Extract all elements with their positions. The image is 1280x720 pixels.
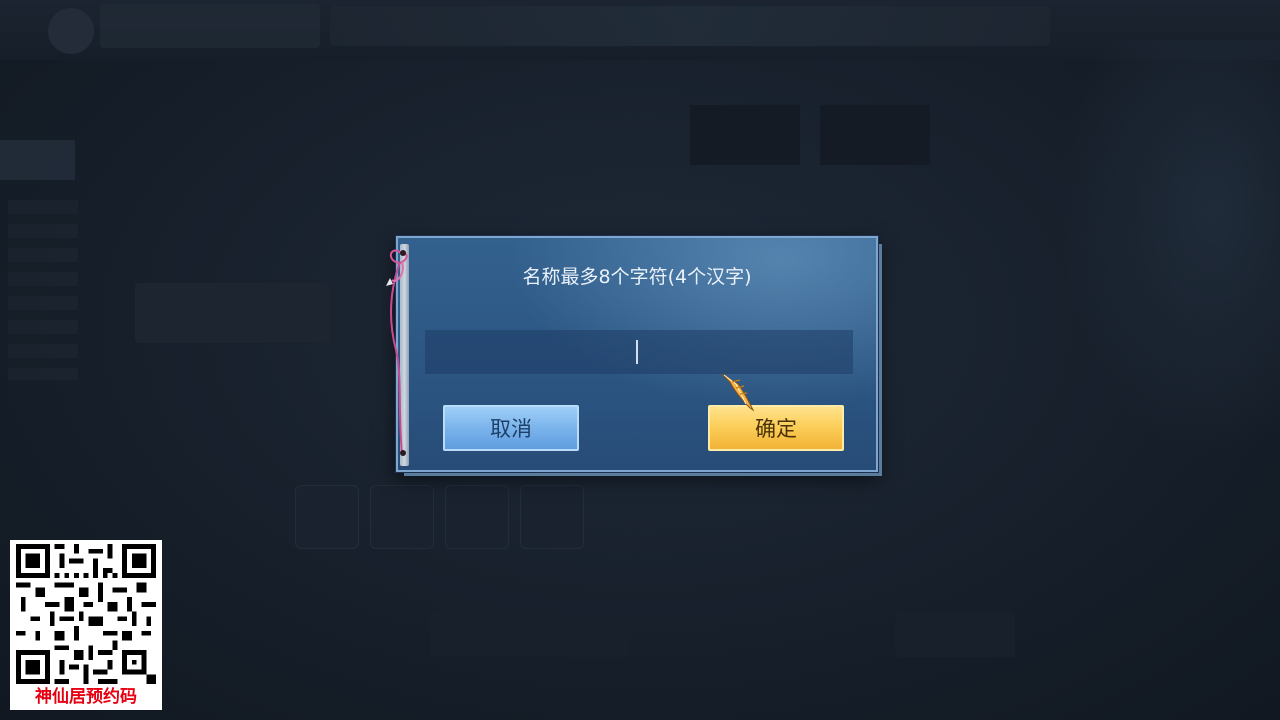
background-item-icon xyxy=(520,485,584,549)
background-item-icon xyxy=(295,485,359,549)
background-tab xyxy=(940,105,1050,165)
background-bottom-button xyxy=(430,612,630,657)
background-bottom-button xyxy=(895,612,1015,657)
background-item-icon xyxy=(370,485,434,549)
background-tab-bar xyxy=(400,105,1040,165)
background-icon-row xyxy=(290,485,590,550)
background-left-list xyxy=(8,200,78,380)
background-tab xyxy=(690,105,800,165)
ribbon-icon xyxy=(386,249,408,456)
background-tab xyxy=(530,105,640,165)
background-left-box xyxy=(135,283,330,343)
feather-cursor-icon xyxy=(721,373,755,412)
background-left-panel xyxy=(0,140,75,180)
promo-text: 神仙居预约码 xyxy=(35,687,137,707)
background-tab xyxy=(400,105,510,165)
name-input[interactable] xyxy=(425,330,853,374)
background-avatar xyxy=(48,8,94,54)
rename-dialog: 名称最多8个字符(4个汉字) 取消 确定 xyxy=(396,236,886,472)
qr-promo: 神仙居预约码 xyxy=(10,540,162,710)
cancel-button[interactable]: 取消 xyxy=(443,405,579,451)
background-banner xyxy=(100,4,320,48)
game-screen: 名称最多8个字符(4个汉字) 取消 确定 神仙居预约码 xyxy=(0,0,1280,720)
background-item-icon xyxy=(445,485,509,549)
background-right-glow xyxy=(1060,40,1280,460)
dialog-title: 名称最多8个字符(4个汉字) xyxy=(522,266,752,288)
background-tab xyxy=(820,105,930,165)
qr-code-icon xyxy=(16,544,156,684)
text-caret xyxy=(636,340,638,364)
background-banner-wide xyxy=(330,6,1050,46)
